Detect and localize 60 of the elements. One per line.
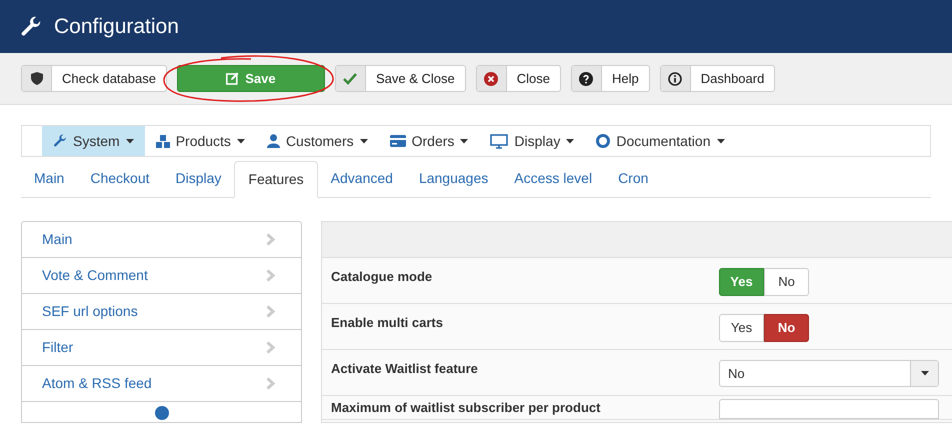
sidebar-link[interactable]: Filter [42,337,74,358]
toolbar-button[interactable]: Dashboard [660,65,776,92]
menu-item[interactable]: Documentation [585,126,736,156]
chevron-right-icon [266,377,275,390]
caret-icon [460,138,468,144]
setting-label: Enable multi carts [331,314,444,332]
tab[interactable]: Features [234,161,318,198]
menu-item[interactable]: Products [144,126,256,156]
info-icon [668,72,682,86]
caret-icon [566,138,574,144]
menu-item[interactable]: Display [479,126,586,156]
toolbar-button[interactable]: Check database [21,65,167,92]
sidebar-link[interactable]: Atom & RSS feed [42,373,152,394]
input-field[interactable] [719,399,939,419]
tab[interactable]: Checkout [77,160,163,197]
toolbar-button[interactable]: Help [570,65,650,92]
shield-icon [30,72,42,85]
setting-label: Maximum of waitlist subscriber per product [331,399,602,417]
caret-icon [920,371,928,376]
chevron-right-icon [266,269,275,282]
tab[interactable]: Display [162,160,234,197]
menu-item[interactable]: System [42,126,145,156]
caret-icon [126,138,134,144]
lifebuoy-icon [596,134,610,148]
toolbar-button[interactable]: Save & Close [334,65,466,92]
menu-item[interactable]: Orders [378,126,480,156]
setting-label: Activate Waitlist feature [331,360,479,378]
tab[interactable]: Access level [501,160,606,197]
caret-icon [360,138,368,144]
user-icon [266,134,280,148]
caret-icon [716,138,724,144]
menu-item[interactable]: Customers [256,126,379,156]
tab[interactable]: Main [21,160,78,197]
toggle-option[interactable]: No [764,314,809,342]
tab[interactable]: Languages [406,160,502,197]
chevron-right-icon [266,341,275,354]
wrench-icon [53,134,67,148]
sidebar-link[interactable]: Vote & Comment [42,265,148,286]
toggle-option[interactable]: No [764,268,809,296]
sidebar-link[interactable]: SEF url options [42,301,138,322]
tab[interactable]: Advanced [318,160,406,197]
tab[interactable]: Cron [605,160,662,197]
cubes-icon [156,134,170,148]
check-icon [343,72,358,84]
toggle-option[interactable]: Yes [719,314,764,342]
close-icon [484,72,498,86]
toolbar-button[interactable]: Close [476,65,561,92]
chevron-right-icon [266,233,275,246]
sidebar-link[interactable]: Main [42,229,72,250]
edit-icon [226,72,240,85]
wrench-icon [20,16,42,38]
help-icon [579,72,594,86]
circle-icon [154,406,168,420]
monitor-icon [490,134,508,148]
chevron-right-icon [266,305,275,318]
select-field[interactable]: No [719,360,939,387]
setting-label: Catalogue mode [331,268,434,286]
page-title: Configuration [54,14,179,40]
caret-icon [236,138,245,144]
card-icon [390,135,406,147]
